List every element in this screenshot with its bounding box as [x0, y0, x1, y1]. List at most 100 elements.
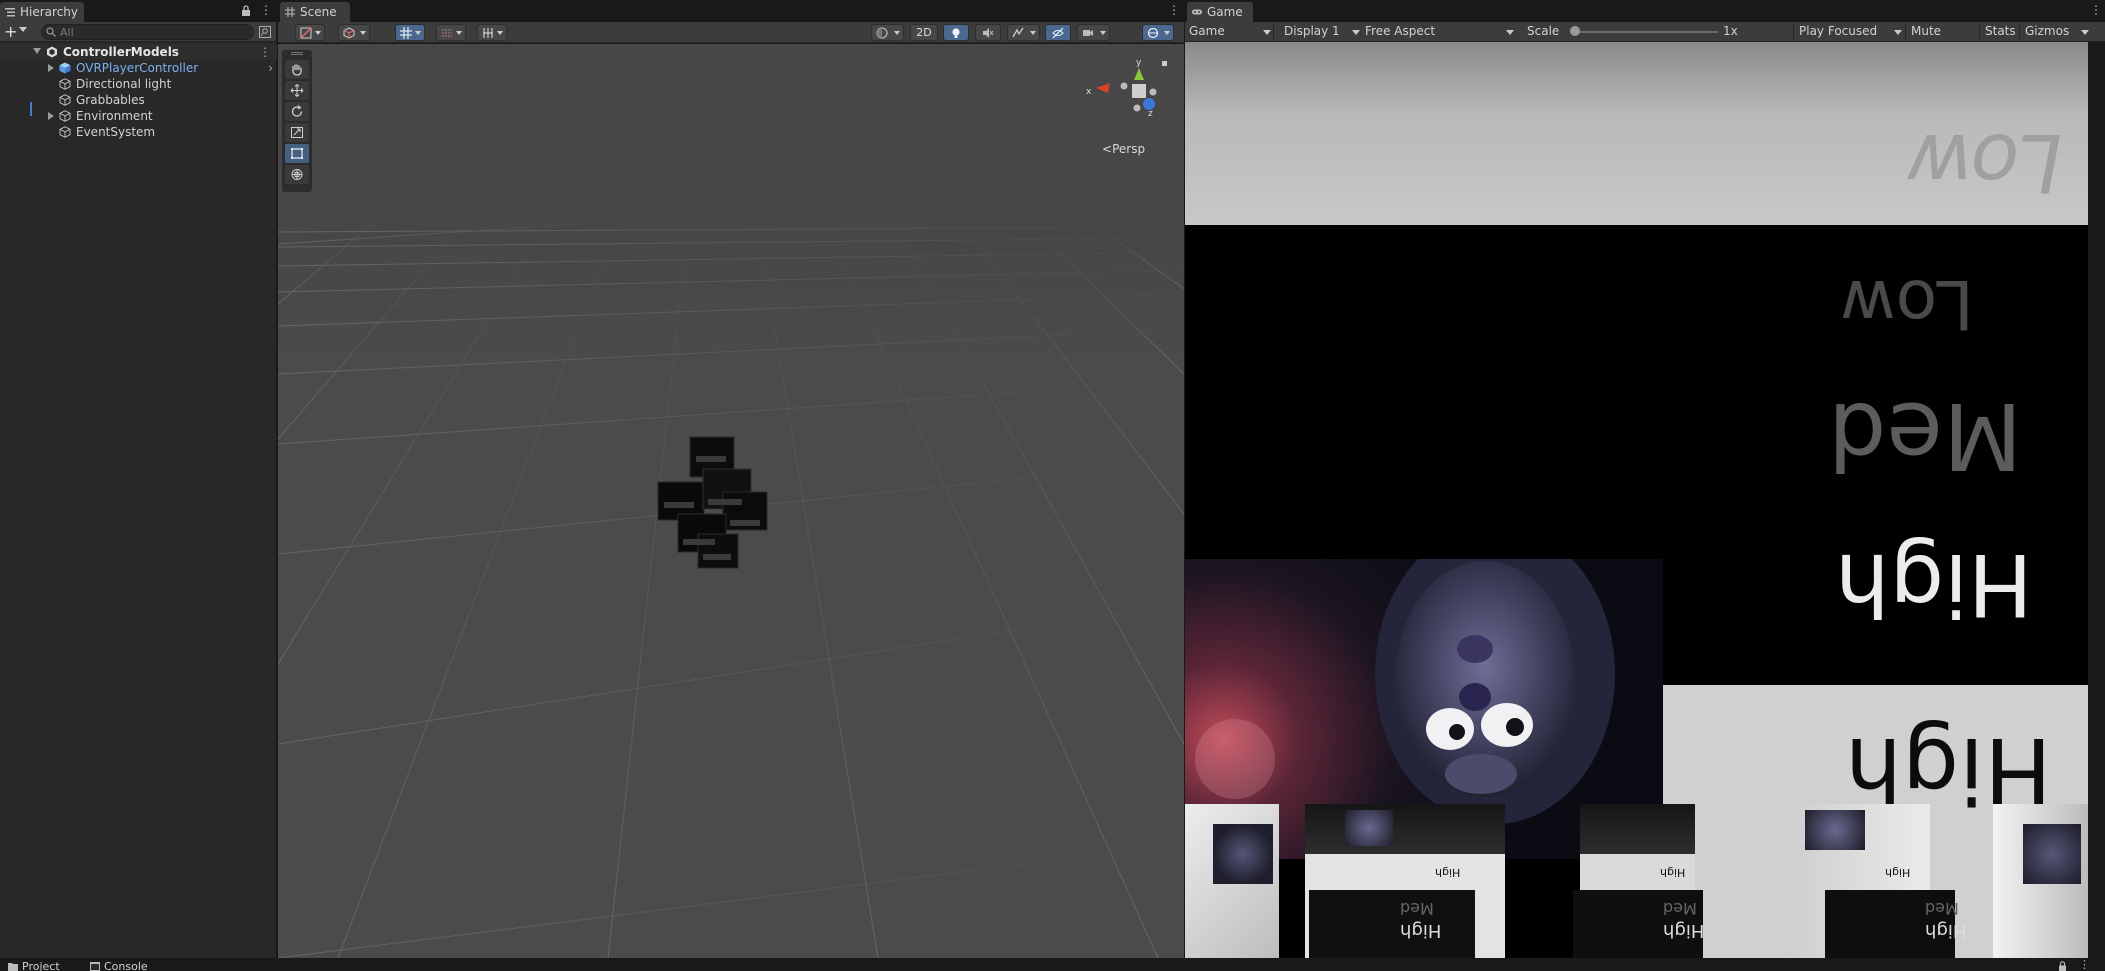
gizmo-z-cone[interactable] [1143, 98, 1155, 110]
gameobject-cube-icon [59, 126, 71, 138]
open-prefab-chevron-icon[interactable]: › [268, 60, 273, 76]
game-view-dropdown[interactable]: Game [1185, 22, 1273, 41]
scale-value: 1x [1723, 24, 1738, 38]
rect-tool-button[interactable] [285, 144, 309, 163]
collapse-arrow-icon[interactable] [33, 48, 41, 54]
expand-arrow-icon[interactable] [48, 112, 54, 120]
aspect-dropdown[interactable]: Free Aspect [1361, 22, 1517, 41]
kebab-menu-icon[interactable]: ⋮ [2079, 959, 2090, 971]
scene-name: ControllerModels [63, 45, 179, 59]
gizmo-x-cone[interactable] [1096, 83, 1110, 93]
move-arrows-icon [290, 84, 304, 97]
render-mode-button[interactable] [338, 24, 370, 41]
increment-snap-button[interactable] [436, 24, 466, 41]
unity-scene-icon [47, 46, 57, 58]
draw-mode-button[interactable] [295, 24, 325, 41]
cube-decal [2023, 824, 2081, 884]
scene-menu-icon[interactable]: ⋮ [259, 44, 271, 60]
scale-tool-button[interactable] [285, 123, 309, 142]
hierarchy-item-label: EventSystem [76, 125, 156, 139]
rotate-tool-button[interactable] [285, 102, 309, 121]
hand-icon [292, 64, 302, 76]
cube-decal [1213, 824, 1273, 884]
gizmo-neg-x[interactable] [1149, 88, 1157, 96]
hierarchy-item-ovrplayercontroller[interactable]: OVRPlayerController › [0, 60, 277, 76]
display-dropdown[interactable]: Display 1 [1280, 22, 1365, 41]
stats-button[interactable]: Stats [1981, 22, 2017, 41]
lighting-toggle-button[interactable] [943, 24, 969, 41]
hierarchy-item-label: Environment [76, 109, 153, 123]
gizmo-y-cone[interactable] [1134, 68, 1144, 80]
text-high-dark: High [1835, 534, 2033, 634]
search-window-icon[interactable] [259, 26, 271, 38]
gizmo-neg-z[interactable] [1120, 82, 1128, 90]
hierarchy-item-directional-light[interactable]: Directional light [0, 76, 277, 92]
hierarchy-item-grabbables[interactable]: Grabbables [0, 92, 277, 108]
projection-toggle[interactable]: <Persp [1102, 142, 1145, 156]
lightbulb-icon [952, 28, 960, 38]
kebab-menu-icon[interactable]: ⋮ [260, 4, 272, 16]
text-med: Med [1828, 382, 2023, 489]
scene-viewport[interactable]: y x z <Persp [278, 44, 1184, 958]
drag-handle-icon[interactable] [291, 52, 303, 55]
cube-cluster[interactable] [657, 436, 768, 569]
gizmos-button[interactable] [1142, 24, 1174, 41]
tab-console[interactable]: Console [86, 960, 148, 971]
transform-tool-button[interactable] [285, 165, 309, 184]
hierarchy-item-eventsystem[interactable]: EventSystem [0, 124, 277, 140]
cube-text-med: Med [1400, 899, 1434, 918]
list-icon [5, 8, 15, 17]
effects-button[interactable] [1007, 24, 1040, 41]
mute-audio-button[interactable]: Mute Audio [1907, 22, 1977, 57]
gizmos-button[interactable]: Gizmos [2021, 22, 2089, 41]
create-dropdown-caret-icon[interactable] [19, 27, 27, 32]
scene-row[interactable]: ControllerModels ⋮ [0, 44, 277, 60]
game-panel: Game ⋮ Game Display 1 Free Aspect Scale … [1185, 0, 2105, 958]
scale-slider-track[interactable] [1574, 31, 1718, 33]
audio-toggle-button[interactable] [975, 24, 1001, 41]
hierarchy-search[interactable] [41, 24, 254, 40]
play-mode-dropdown[interactable]: Play Focused [1795, 22, 1903, 41]
align-button[interactable] [477, 24, 507, 41]
cube-top [1305, 804, 1505, 854]
scale-slider-thumb[interactable] [1570, 26, 1580, 36]
scene-visibility-button[interactable] [1045, 24, 1071, 41]
cube-decal [1345, 810, 1393, 846]
chevron-down-icon [2081, 30, 2089, 35]
shading-mode-button[interactable] [871, 24, 904, 41]
bottom-tabbar: Project Console ⋮ [0, 958, 2105, 971]
game-view[interactable]: Low Low Med High High High Med High Med … [1185, 42, 2088, 958]
cube-face-dark [1309, 890, 1475, 958]
gizmo-lock-icon[interactable] [1162, 61, 1167, 66]
tab-hierarchy[interactable]: Hierarchy [0, 2, 84, 22]
move-tool-button[interactable] [285, 81, 309, 100]
divider [1979, 24, 1980, 40]
cube-text-high: High [1660, 866, 1686, 879]
search-input[interactable] [60, 25, 245, 39]
lock-icon[interactable] [2058, 961, 2067, 971]
scene-kebab-menu-icon[interactable]: ⋮ [1168, 4, 1180, 16]
tab-game[interactable]: Game [1187, 2, 1253, 22]
tab-scene[interactable]: Scene [280, 2, 350, 22]
gizmo-y-label: y [1136, 58, 1142, 68]
create-plus-icon[interactable]: + [4, 23, 17, 40]
expand-arrow-icon[interactable] [48, 64, 54, 72]
tab-project[interactable]: Project [4, 960, 60, 971]
hand-tool-button[interactable] [285, 60, 309, 79]
camera-settings-button[interactable] [1077, 24, 1110, 41]
gameobject-cube-icon [59, 94, 71, 106]
cube-text-med: Med [1925, 899, 1959, 918]
scene-panel: Scene ⋮ 2D y x z <Persp [278, 0, 1184, 958]
grid-snap-button[interactable] [395, 24, 425, 41]
gizmo-center-cube[interactable] [1132, 84, 1146, 98]
gizmo-neg-y[interactable] [1133, 104, 1141, 112]
game-kebab-menu-icon[interactable]: ⋮ [2090, 4, 2102, 16]
mode-2d-button[interactable]: 2D [910, 24, 938, 41]
hierarchy-item-environment[interactable]: Environment [0, 108, 277, 124]
hierarchy-item-label: Grabbables [76, 93, 145, 107]
grid-snap-icon [400, 27, 412, 39]
orientation-gizmo[interactable]: y x z [1078, 56, 1168, 136]
hierarchy-item-label: Directional light [76, 77, 172, 91]
lock-icon[interactable] [241, 5, 251, 16]
align-icon [483, 28, 493, 38]
